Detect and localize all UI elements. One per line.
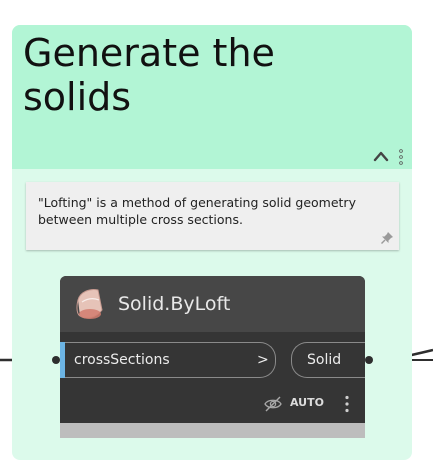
dots-vertical-icon[interactable] (345, 395, 349, 413)
run-mode-label: AUTO (290, 396, 324, 409)
node-footer (60, 423, 365, 438)
node-header[interactable]: Solid.ByLoft (60, 276, 365, 332)
input-port-label: crossSections (74, 352, 170, 368)
group-title[interactable]: Generate the solids (23, 31, 383, 119)
pin-icon[interactable] (380, 231, 394, 245)
eye-off-icon[interactable] (263, 395, 283, 413)
solid-loft-icon (76, 289, 103, 319)
node-solid-byloft[interactable]: Solid.ByLoft crossSections > Solid AUTO (60, 276, 365, 438)
note-text: "Lofting" is a method of generating soli… (38, 195, 356, 227)
node-title: Solid.ByLoft (118, 293, 231, 315)
output-port-label: Solid (307, 352, 342, 368)
input-port-marker (60, 342, 65, 378)
note[interactable]: "Lofting" is a method of generating soli… (26, 182, 399, 250)
group-header[interactable]: Generate the solids (12, 25, 412, 169)
chevron-up-icon[interactable] (373, 149, 389, 163)
dots-vertical-icon[interactable] (399, 149, 403, 165)
input-port-chevron[interactable]: > (257, 351, 269, 369)
